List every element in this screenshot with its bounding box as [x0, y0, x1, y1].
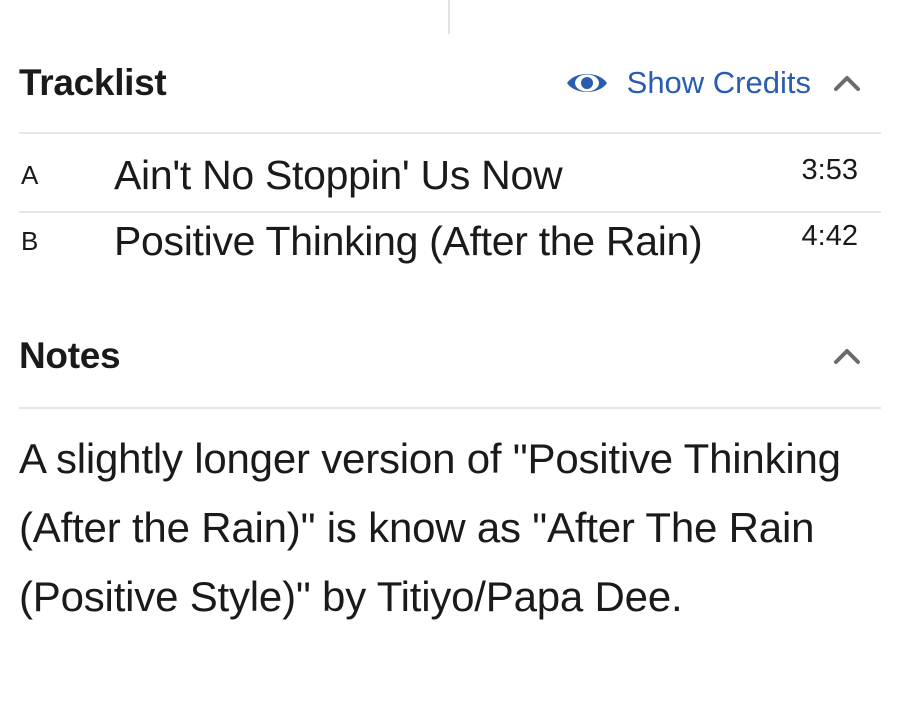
chevron-up-icon[interactable] — [833, 74, 861, 92]
track-title: Positive Thinking (After the Rain) — [114, 218, 703, 264]
track-position: A — [21, 160, 39, 190]
notes-text: A slightly longer version of "Positive T… — [19, 435, 841, 620]
track-row: B Positive Thinking (After the Rain) 4:4… — [19, 218, 881, 278]
track-duration: 3:53 — [801, 154, 858, 186]
notes-title: Notes — [19, 335, 121, 376]
divider — [19, 211, 881, 213]
track-title: Ain't No Stoppin' Us Now — [114, 152, 563, 198]
divider — [19, 407, 881, 409]
eye-icon — [565, 68, 609, 98]
divider — [19, 132, 881, 134]
show-credits-button[interactable]: Show Credits — [565, 65, 811, 101]
tracklist-title: Tracklist — [19, 62, 167, 103]
chevron-up-icon[interactable] — [833, 347, 861, 365]
track-row: A Ain't No Stoppin' Us Now 3:53 — [19, 152, 881, 212]
tracklist-header: Tracklist Show Credits — [19, 58, 881, 108]
track-duration: 4:42 — [801, 220, 858, 252]
top-divider — [448, 0, 450, 34]
notes-header: Notes — [19, 331, 881, 381]
track-position: B — [21, 226, 39, 256]
tracklist-header-actions: Show Credits — [565, 65, 881, 101]
show-credits-label: Show Credits — [626, 65, 811, 100]
